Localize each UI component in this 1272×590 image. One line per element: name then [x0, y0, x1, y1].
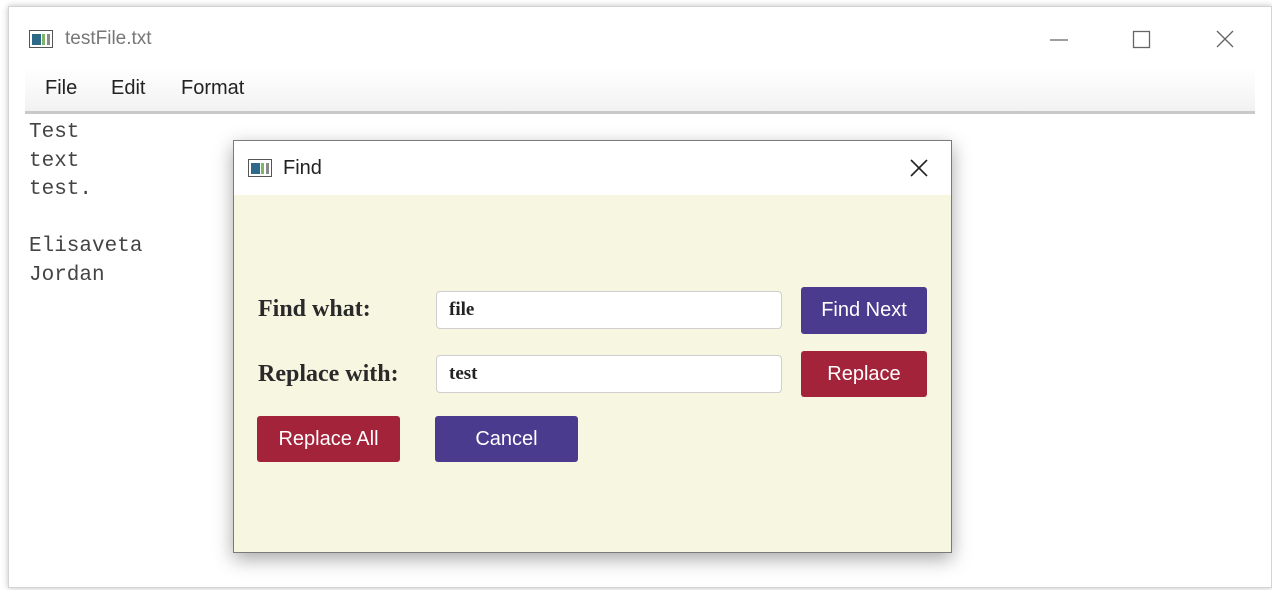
find-what-input[interactable] — [436, 291, 782, 329]
close-icon — [910, 159, 928, 177]
title-bar: testFile.txt — [9, 7, 1271, 67]
find-what-label: Find what: — [258, 296, 371, 322]
menu-format[interactable]: Format — [181, 77, 244, 100]
dialog-title-bar: Find — [234, 141, 951, 195]
minimize-button[interactable] — [1039, 25, 1079, 55]
notepad-app-icon — [29, 30, 53, 48]
find-next-button[interactable]: Find Next — [801, 287, 927, 334]
menu-edit[interactable]: Edit — [111, 77, 145, 100]
replace-all-button[interactable]: Replace All — [257, 416, 400, 462]
replace-with-label: Replace with: — [258, 361, 399, 387]
dialog-close-button[interactable] — [904, 153, 934, 183]
maximize-icon — [1132, 30, 1151, 49]
replace-button[interactable]: Replace — [801, 351, 927, 397]
window-title: testFile.txt — [65, 28, 152, 49]
menu-file[interactable]: File — [45, 77, 77, 100]
cancel-button[interactable]: Cancel — [435, 416, 578, 462]
replace-with-input[interactable] — [436, 355, 782, 393]
dialog-title: Find — [283, 157, 322, 179]
menu-bar: File Edit Format — [25, 67, 1255, 114]
maximize-button[interactable] — [1122, 25, 1162, 55]
find-dialog: Find Find what: Find Next Replace with: … — [233, 140, 952, 553]
minimize-icon — [1050, 39, 1068, 41]
close-window-button[interactable] — [1205, 25, 1245, 55]
close-icon — [1216, 30, 1234, 48]
dialog-app-icon — [248, 159, 272, 177]
